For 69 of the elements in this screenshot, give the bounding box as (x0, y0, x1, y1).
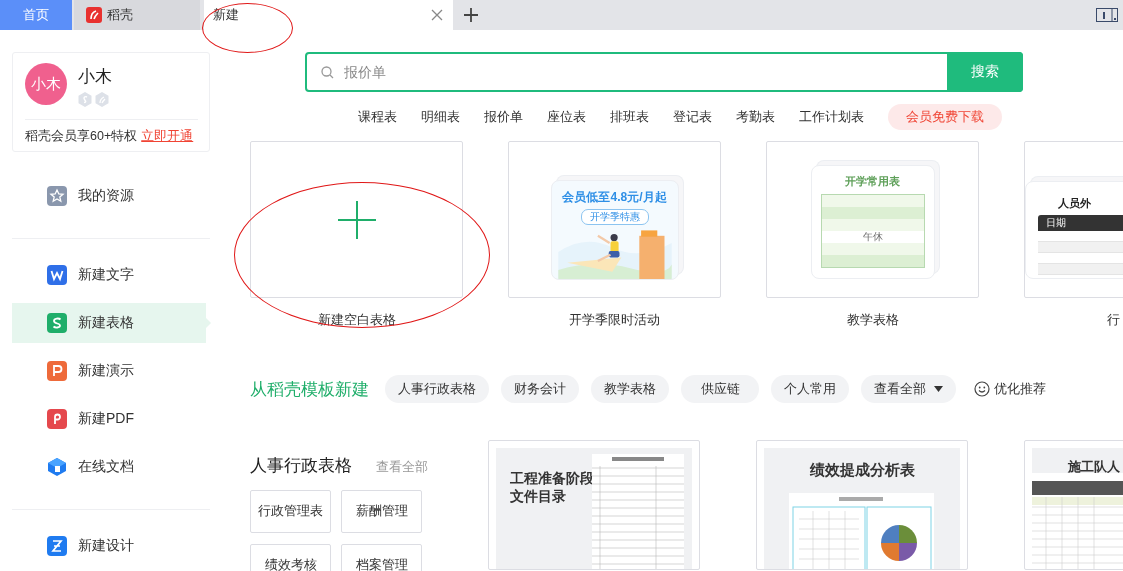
recommend-link[interactable]: 优化推荐 (974, 380, 1046, 398)
card-label: 新建空白表格 (317, 311, 396, 329)
window-mode-icon (1096, 8, 1118, 22)
card-label: 开学季限时活动 (569, 311, 660, 329)
template-title: 施工队人 (1068, 458, 1120, 476)
template-card[interactable]: 施工队人 (1024, 440, 1123, 570)
app-icon (47, 536, 67, 556)
template-title: 绩效提成分析表 (808, 461, 916, 480)
promo-text: 稻壳会员享60+特权 (25, 129, 138, 143)
keyword-link[interactable]: 考勤表 (736, 108, 775, 126)
app-icon (47, 186, 67, 206)
add-tab-icon (464, 8, 478, 22)
nav-item[interactable]: 新建文字 (12, 255, 206, 295)
app-icon (47, 457, 67, 477)
caret-icon (934, 386, 943, 392)
keyword-link[interactable]: 课程表 (358, 108, 397, 126)
category-button[interactable]: 绩效考核 (250, 544, 331, 571)
category-tab[interactable]: 财务会计 (501, 375, 579, 403)
keyword-link[interactable]: 登记表 (673, 108, 712, 126)
app-icon (47, 409, 67, 429)
keyword-link[interactable]: 座位表 (547, 108, 586, 126)
category-tab[interactable]: 个人常用 (771, 375, 849, 403)
template-title: 工程准备阶段文件目录 (510, 470, 595, 506)
keyword-link[interactable]: 明细表 (421, 108, 460, 126)
close-icon (431, 9, 443, 21)
nav-item[interactable]: 新建设计 (12, 526, 206, 566)
template-card[interactable]: 会员低至4.8元/月起 开学季特惠 (508, 141, 721, 298)
nav-item[interactable]: 新建演示 (12, 351, 206, 391)
member-badge-icon (78, 92, 92, 107)
sheet-title: 开学常用表 (845, 173, 900, 189)
app-icon (47, 361, 67, 381)
section-title: 从稻壳模板新建 (250, 378, 369, 401)
app-icon (47, 313, 67, 333)
search-icon (321, 65, 334, 79)
keyword-link[interactable]: 报价单 (484, 108, 523, 126)
category-button[interactable]: 薪酬管理 (341, 490, 422, 533)
user-name: 小木 (78, 66, 112, 88)
card-label: 行 (1107, 311, 1120, 329)
template-card[interactable] (250, 141, 463, 298)
tab[interactable]: 新建 (204, 0, 453, 30)
smiley-icon (974, 381, 990, 397)
tab[interactable]: 稻壳 (74, 0, 200, 30)
header-cell-text: 日期 (1045, 215, 1066, 230)
plus-icon (337, 200, 376, 239)
section-title: 人事行政表格 (250, 455, 352, 477)
nav-item[interactable]: 新建PDF (12, 399, 206, 439)
nav-item[interactable]: 在线文档 (12, 447, 206, 487)
nav-item[interactable]: 我的资源 (12, 176, 206, 216)
category-button[interactable]: 行政管理表 (250, 490, 331, 533)
template-card[interactable]: 绩效提成分析表 (756, 440, 968, 570)
docer-logo-icon (86, 7, 102, 23)
view-all-dropdown[interactable]: 查看全部 (861, 375, 956, 403)
category-tab[interactable]: 教学表格 (591, 375, 669, 403)
category-tab[interactable]: 供应链 (681, 375, 759, 403)
template-card[interactable]: 开学常用表 午休 (766, 141, 979, 298)
app-icon (47, 265, 67, 285)
activate-link[interactable]: 立即开通 (141, 129, 194, 143)
category-tab[interactable]: 人事行政表格 (385, 375, 489, 403)
banner-tag: 开学季特惠 (580, 208, 649, 225)
docer-badge-icon (95, 92, 109, 107)
template-card[interactable]: 人员外 日期 (1024, 141, 1123, 298)
category-button[interactable]: 档案管理 (341, 544, 422, 571)
keyword-link[interactable]: 工作计划表 (799, 108, 864, 126)
banner-title: 会员低至4.8元/月起 (562, 188, 667, 206)
sheet-cell: 午休 (862, 230, 883, 243)
sheet-title: 人员外 (1058, 195, 1092, 211)
keyword-link[interactable]: 排班表 (610, 108, 649, 126)
template-card[interactable]: 工程准备阶段文件目录 (488, 440, 700, 570)
card-label: 教学表格 (846, 311, 899, 329)
